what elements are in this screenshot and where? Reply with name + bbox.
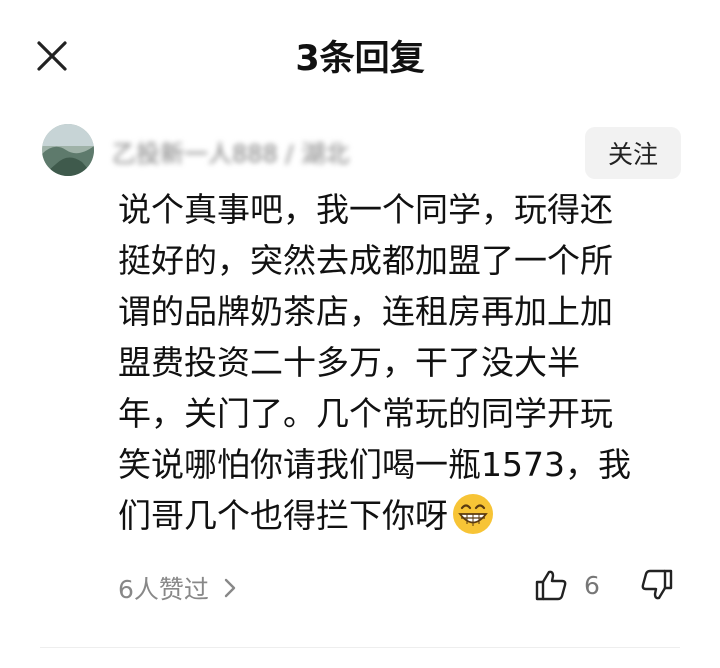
avatar[interactable] — [42, 124, 94, 176]
like-button[interactable]: 6 — [534, 568, 600, 602]
grinning-face-emoji — [453, 494, 493, 534]
comment-line: 盟费投资二十多万，干了没大半 — [118, 343, 580, 382]
chevron-right-icon — [224, 578, 236, 598]
thumbs-down-icon — [641, 569, 673, 600]
dislike-button[interactable] — [640, 568, 674, 606]
comment-text: 说个真事吧，我一个同学，玩得还 挺好的，突然去成都加盟了一个所 谓的品牌奶茶店，… — [118, 184, 688, 541]
comment-line: 年，关门了。几个常玩的同学开玩 — [118, 394, 613, 433]
comment-footer: 6人赞过 6 — [0, 560, 720, 620]
comment-line: 谓的品牌奶茶店，连租房再加上加 — [118, 292, 613, 331]
comment-line: 们哥几个也得拦下你呀 — [118, 496, 448, 535]
likes-summary-text: 6人赞过 — [118, 575, 209, 604]
header: 3条回复 — [0, 0, 720, 110]
comment-line-last: 们哥几个也得拦下你呀 — [118, 490, 688, 541]
page-title: 3条回复 — [295, 39, 425, 79]
comment-line: 笑说哪怕你请我们喝一瓶1573，我 — [118, 445, 631, 484]
divider — [40, 647, 680, 648]
like-count: 6 — [584, 570, 600, 600]
likes-summary-link[interactable]: 6人赞过 — [118, 570, 237, 606]
thumbs-up-icon — [535, 570, 567, 601]
username[interactable]: 乙投新一人888 / 湖北 — [112, 134, 452, 168]
follow-button[interactable]: 关注 — [585, 127, 681, 179]
comment-line: 说个真事吧，我一个同学，玩得还 — [118, 190, 613, 229]
comment-line: 挺好的，突然去成都加盟了一个所 — [118, 241, 613, 280]
